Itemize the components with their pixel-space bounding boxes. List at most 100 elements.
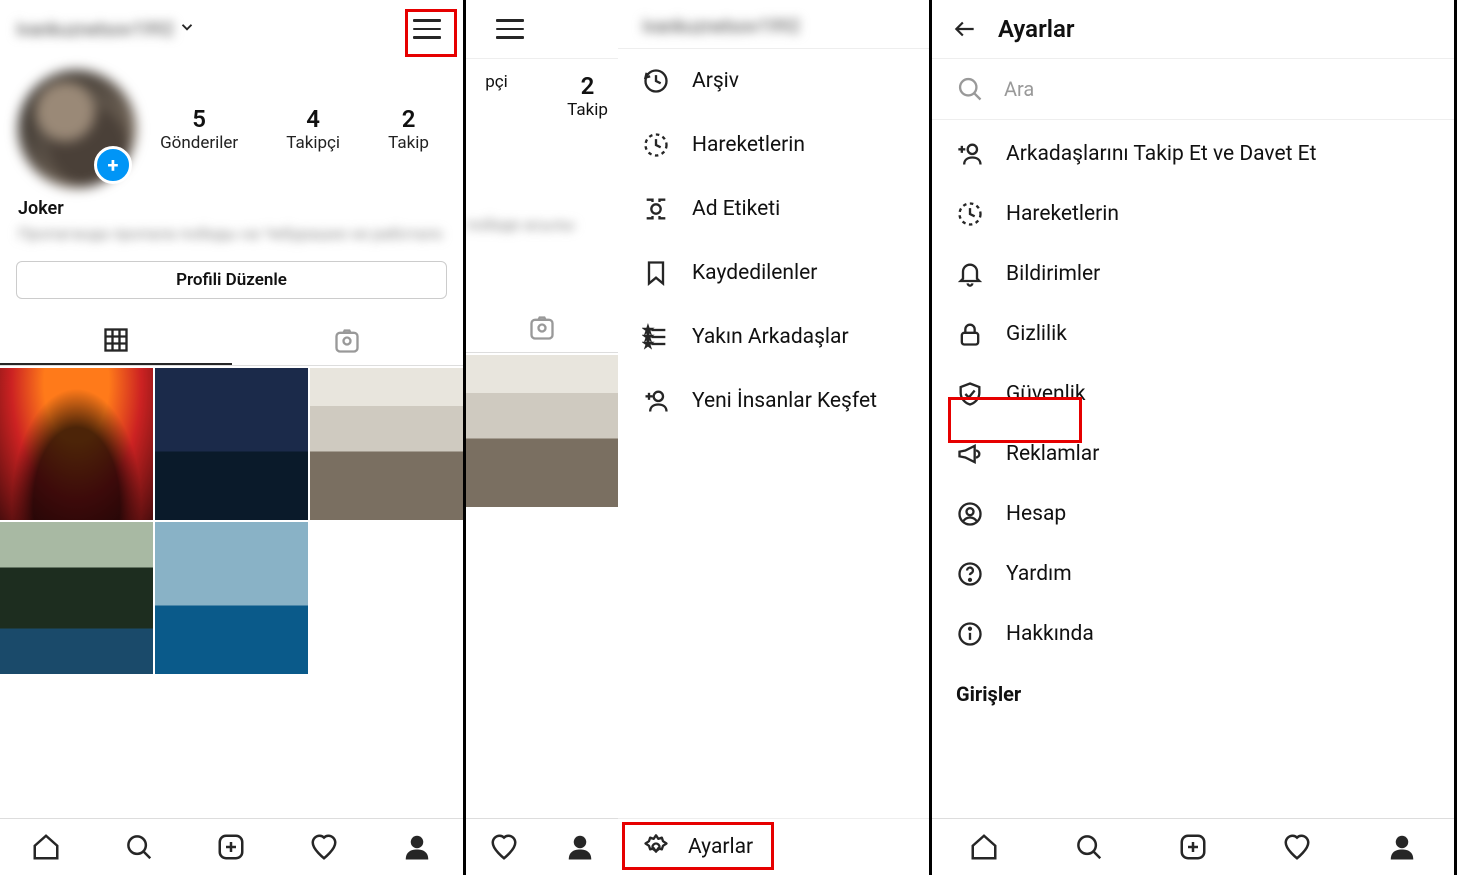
settings-item-invite-friends[interactable]: Arkadaşlarını Takip Et ve Davet Et [932, 124, 1454, 184]
account-icon [956, 500, 984, 528]
drawer-item-label: Ad Etiketi [692, 197, 780, 221]
drawer-item-discover[interactable]: Yeni İnsanlar Keşfet [618, 369, 929, 433]
drawer-settings-label: Ayarlar [688, 835, 753, 859]
grid-thumb[interactable] [310, 368, 463, 520]
grid-thumb[interactable] [466, 355, 618, 507]
grid-thumb[interactable] [0, 368, 153, 520]
megaphone-icon [956, 440, 984, 468]
search-placeholder: Ara [1004, 77, 1034, 101]
settings-item-label: Hareketlerin [1006, 202, 1119, 226]
nav-heart-icon[interactable] [489, 832, 519, 862]
nav-heart-icon[interactable] [1282, 832, 1312, 862]
add-friend-icon [956, 140, 984, 168]
settings-section-logins: Girişler [932, 664, 1454, 712]
nav-profile-icon[interactable] [565, 832, 595, 862]
drawer-item-close-friends[interactable]: ★★★ Yakın Arkadaşlar [618, 305, 929, 369]
activity-icon [956, 200, 984, 228]
close-friends-icon: ★★★ [642, 323, 670, 351]
back-arrow-icon[interactable] [952, 15, 978, 43]
settings-item-label: Gizlilik [1006, 322, 1067, 346]
add-story-plus-icon[interactable]: + [94, 146, 132, 184]
help-icon [956, 560, 984, 588]
discover-people-icon [642, 387, 670, 415]
tagged-icon [333, 327, 361, 355]
drawer-item-archive[interactable]: Arşiv [618, 49, 929, 113]
settings-item-activity[interactable]: Hareketlerin [932, 184, 1454, 244]
settings-item-help[interactable]: Yardım [932, 544, 1454, 604]
settings-item-notifications[interactable]: Bildirimler [932, 244, 1454, 304]
nav-profile-icon[interactable] [1387, 832, 1417, 862]
side-drawer: ivankuznetsov1992 Arşiv Hareketlerin Ad … [618, 0, 929, 819]
bottom-nav [932, 818, 1454, 875]
nav-new-post-icon[interactable] [216, 832, 246, 862]
stat-following[interactable]: 2 Takip [557, 72, 618, 120]
drawer-item-label: Hareketlerin [692, 133, 805, 157]
settings-item-label: Arkadaşlarını Takip Et ve Davet Et [1006, 142, 1316, 166]
settings-search[interactable]: Ara [932, 59, 1454, 120]
settings-item-label: Güvenlik [1006, 382, 1086, 406]
nav-heart-icon[interactable] [309, 832, 339, 862]
settings-item-account[interactable]: Hesap [932, 484, 1454, 544]
stat-followers[interactable]: 4 Takipçi [286, 105, 340, 153]
settings-item-about[interactable]: Hakkında [932, 604, 1454, 664]
tagged-icon[interactable] [528, 314, 556, 342]
search-icon [956, 75, 984, 103]
settings-title: Ayarlar [998, 15, 1074, 43]
drawer-item-saved[interactable]: Kaydedilenler [618, 241, 929, 305]
drawer-item-label: Arşiv [692, 69, 739, 93]
drawer-settings-button[interactable]: Ayarlar [618, 818, 929, 875]
gear-icon [642, 833, 670, 861]
settings-item-ads[interactable]: Reklamlar [932, 424, 1454, 484]
settings-item-security[interactable]: Güvenlik [932, 364, 1454, 424]
drawer-item-label: Yakın Arkadaşlar [692, 325, 849, 349]
drawer-username: ivankuznetsov1992 [642, 14, 800, 38]
grid-icon [102, 326, 130, 354]
drawer-item-nametag[interactable]: Ad Etiketi [618, 177, 929, 241]
profile-avatar[interactable]: + [18, 70, 136, 188]
nametag-icon [642, 195, 670, 223]
grid-thumb[interactable] [0, 522, 153, 674]
settings-item-label: Hesap [1006, 502, 1066, 526]
panel-settings: Ayarlar Ara Arkadaşlarını Takip Et ve Da… [932, 0, 1457, 875]
svg-text:★: ★ [644, 338, 651, 348]
lock-icon [956, 320, 984, 348]
grid-thumb[interactable] [155, 522, 308, 674]
settings-item-label: Reklamlar [1006, 442, 1099, 466]
bottom-nav [0, 818, 463, 875]
bell-icon [956, 260, 984, 288]
drawer-item-activity[interactable]: Hareketlerin [618, 113, 929, 177]
settings-item-privacy[interactable]: Gizlilik [932, 304, 1454, 364]
stat-following[interactable]: 2 Takip [388, 105, 429, 153]
nav-home-icon[interactable] [969, 832, 999, 862]
nav-search-icon[interactable] [124, 832, 154, 862]
grid-thumb[interactable] [155, 368, 308, 520]
profile-underlay: pçi 2 Takip победе асылы [466, 60, 618, 820]
username-text: ivankuznetsov1992 [16, 17, 174, 41]
hamburger-menu-button[interactable] [490, 13, 530, 45]
nav-profile-icon[interactable] [402, 832, 432, 862]
panel-drawer: pçi 2 Takip победе асылы ivankuznetsov19… [466, 0, 932, 875]
chevron-down-icon [178, 17, 196, 41]
settings-item-label: Yardım [1006, 562, 1072, 586]
bottom-nav-partial [466, 818, 618, 875]
bookmark-icon [642, 259, 670, 287]
nav-new-post-icon[interactable] [1178, 832, 1208, 862]
shield-icon [956, 380, 984, 408]
profile-username-dropdown[interactable]: ivankuznetsov1992 [16, 17, 196, 41]
hamburger-menu-button[interactable] [407, 13, 447, 45]
drawer-item-label: Yeni İnsanlar Keşfet [692, 389, 877, 413]
drawer-item-label: Kaydedilenler [692, 261, 817, 285]
nav-search-icon[interactable] [1074, 832, 1104, 862]
archive-icon [642, 67, 670, 95]
nav-home-icon[interactable] [31, 832, 61, 862]
photo-grid [0, 368, 463, 674]
activity-icon [642, 131, 670, 159]
edit-profile-button[interactable]: Profili Düzenle [16, 261, 447, 299]
tab-tagged[interactable] [232, 317, 464, 365]
profile-bio-text: Пропаганда пропала победы на Чебурашке н… [18, 223, 445, 245]
panel-profile: ivankuznetsov1992 + 5 Gönderiler 4 Takip… [0, 0, 466, 875]
settings-item-label: Bildirimler [1006, 262, 1100, 286]
stat-followers-partial: pçi [466, 72, 527, 92]
stat-posts[interactable]: 5 Gönderiler [160, 105, 238, 153]
tab-grid[interactable] [0, 317, 232, 365]
